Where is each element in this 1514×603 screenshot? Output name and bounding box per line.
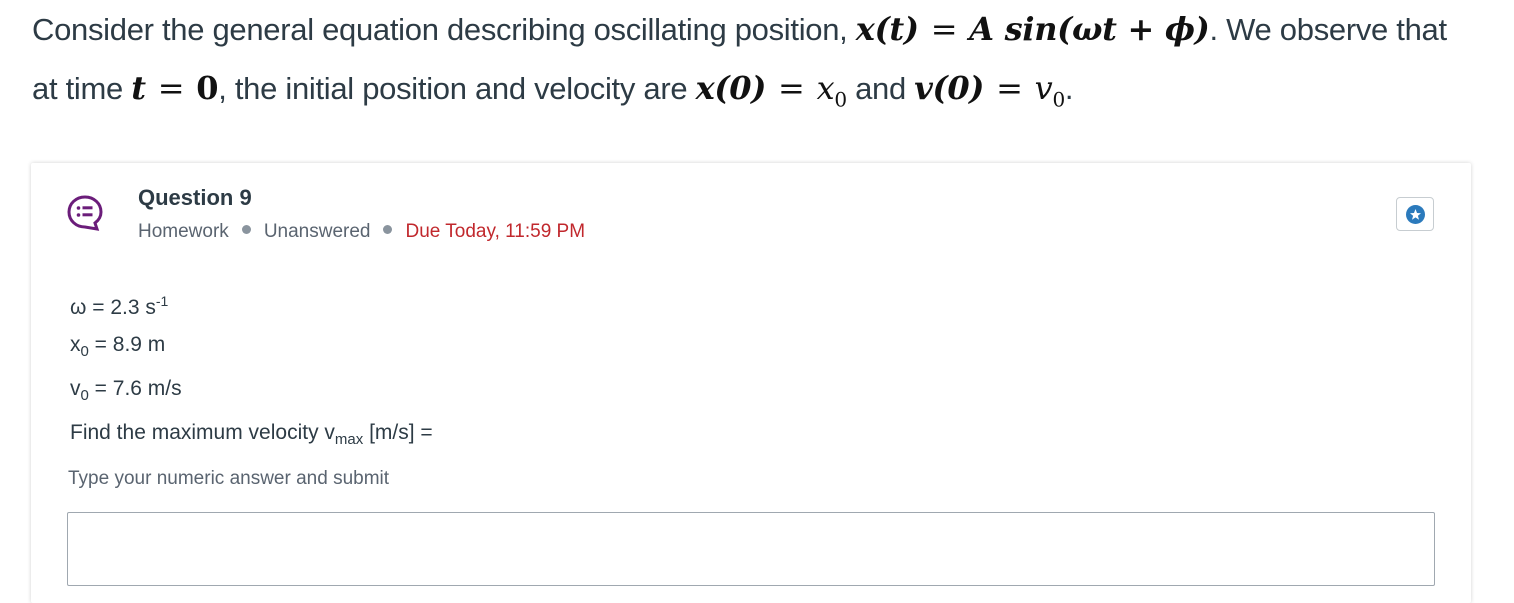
equation-time: t = 0 [131, 69, 219, 107]
intro-text-tail: . [1064, 71, 1074, 106]
prompt-sub: max [334, 431, 364, 449]
math-sub: 0 [834, 87, 847, 112]
v0-value: = 7.6 m/s [88, 377, 182, 401]
intro-text: Consider the general equation describing… [32, 12, 856, 47]
equation-x0: x(0) = x0 [695, 69, 847, 112]
intro-text: at time [32, 71, 132, 106]
prompt-suffix: [m/s] = [363, 421, 433, 445]
math-val: 0 [196, 69, 219, 107]
separator-dot [241, 225, 251, 235]
x0-var: x [70, 333, 81, 356]
question-type: Homework [138, 221, 229, 242]
intro-text: , the initial position and velocity are [218, 71, 696, 106]
x0-sub: 0 [80, 343, 89, 361]
equation-lhs: x(t) [855, 10, 919, 48]
question-bubble-icon [67, 195, 103, 231]
star-icon [1406, 205, 1425, 224]
given-v0: v0 = 7.6 m/s [70, 370, 433, 414]
question-card: Question 9 Homework Unanswered Due Today, … [31, 163, 1471, 603]
given-omega: ω = 2.3 s-1 [70, 283, 433, 326]
math-sub: 0 [1052, 87, 1065, 112]
bookmark-button[interactable] [1396, 197, 1434, 231]
math-var: t [131, 69, 146, 107]
equation-rhs: A sin(ωt + ϕ) [969, 10, 1210, 48]
question-status: Unanswered [263, 221, 371, 242]
intro-text: and [846, 71, 915, 106]
prompt-text: Find the maximum velocity v [70, 421, 335, 445]
math-var: x [816, 69, 835, 107]
intro-line-2: at time t = 0, the initial position and ve… [32, 69, 1074, 112]
separator-dot [383, 225, 393, 235]
math-lhs: x(0) [695, 69, 767, 107]
math-var: v [1034, 69, 1053, 107]
due-date: Due Today, 11:59 PM [405, 221, 586, 242]
question-prompt: Find the maximum velocity vmax [m/s] = [70, 414, 433, 458]
given-values: ω = 2.3 s-1 x0 = 8.9 m v0 = 7.6 m/s Find… [70, 283, 433, 459]
math-lhs: v(0) [914, 69, 985, 107]
v0-var: v [70, 377, 81, 401]
numeric-answer-input[interactable] [67, 512, 1435, 586]
given-x0: x0 = 8.9 m [70, 326, 433, 370]
equation-position: x(t) = A sin(ωt + ϕ) [855, 10, 1210, 48]
v0-sub: 0 [80, 387, 89, 405]
intro-line-1: Consider the general equation describing… [32, 10, 1447, 48]
question-title: Question 9 [138, 185, 252, 210]
answer-hint: Type your numeric answer and submit [68, 468, 390, 489]
intro-text-tail: . We observe that [1209, 12, 1448, 47]
omega-exponent: -1 [155, 293, 169, 309]
equation-v0: v(0) = v0 [914, 69, 1065, 112]
question-meta: Homework Unanswered Due Today, 11:59 PM [138, 221, 585, 243]
x0-value: = 8.9 m [88, 333, 166, 356]
omega-text: ω = 2.3 s [70, 296, 156, 319]
